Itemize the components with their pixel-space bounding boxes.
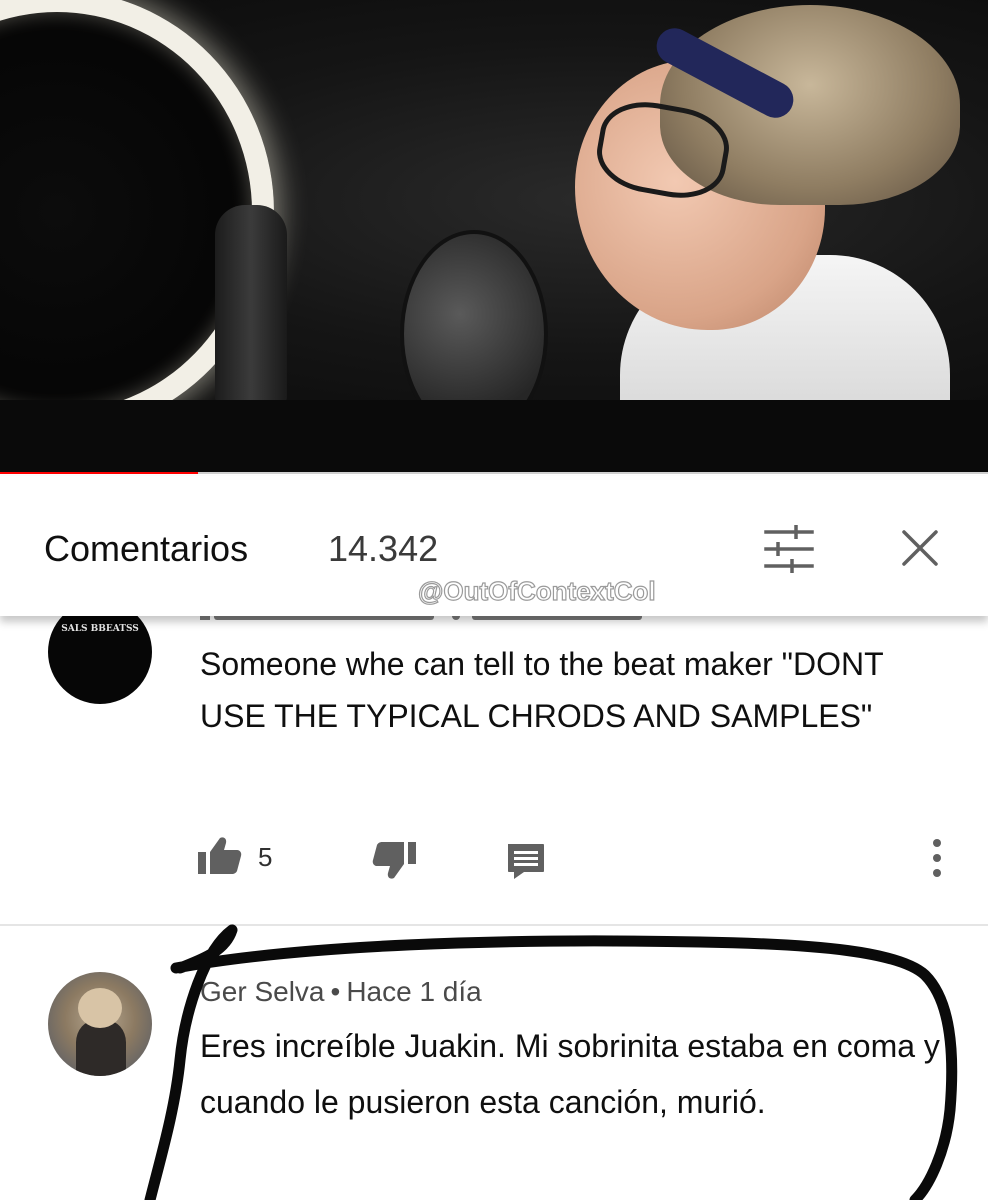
avatar-dog-head [78, 988, 122, 1028]
avatar-dog-body [76, 1020, 126, 1076]
comment-item: Ger Selva • Hace 1 día Eres increíble Juak… [0, 926, 988, 1200]
comments-title: Comentarios [44, 528, 249, 569]
more-vertical-icon[interactable] [922, 834, 952, 882]
microphone [215, 205, 287, 400]
watermark: @OutOfContextCol [417, 575, 656, 606]
avatar[interactable] [48, 972, 152, 1076]
comments-count: 14.342 [328, 528, 439, 569]
comment-timestamp: Hace 1 día [346, 976, 482, 1007]
pop-filter [400, 230, 548, 400]
video-progress-fill [0, 472, 198, 474]
avatar-logo-text: SALS BBEATSS [61, 624, 139, 634]
comment-item: SALS BBEATSS Someone whe can tell to the… [0, 616, 988, 926]
comment-actions: 5 [0, 832, 988, 882]
video-progress-bar[interactable] [0, 472, 988, 474]
comment-meta: Ger Selva • Hace 1 día [200, 976, 482, 1008]
avatar[interactable]: SALS BBEATSS [48, 616, 152, 704]
meta-separator: • [330, 976, 341, 1007]
comment-meta-clipped [200, 616, 660, 631]
comment-text: Someone whe can tell to the beat maker "… [200, 646, 884, 734]
thumbs-up-icon[interactable] [196, 836, 242, 876]
sort-filter-icon[interactable] [762, 522, 816, 576]
like-count: 5 [258, 842, 273, 872]
comment-list: SALS BBEATSS Someone whe can tell to the… [0, 616, 988, 1200]
thumbs-down-icon[interactable] [372, 840, 418, 880]
comments-header: Comentarios 14.342 @OutOfContextCol [0, 476, 988, 616]
video-player[interactable] [0, 0, 988, 474]
close-icon[interactable] [896, 524, 944, 572]
reply-icon[interactable] [504, 840, 548, 880]
comment-text: Eres increíble Juakin. Mi sobrinita esta… [200, 1028, 940, 1120]
comment-author[interactable]: Ger Selva [200, 976, 325, 1007]
video-frame [0, 0, 988, 400]
